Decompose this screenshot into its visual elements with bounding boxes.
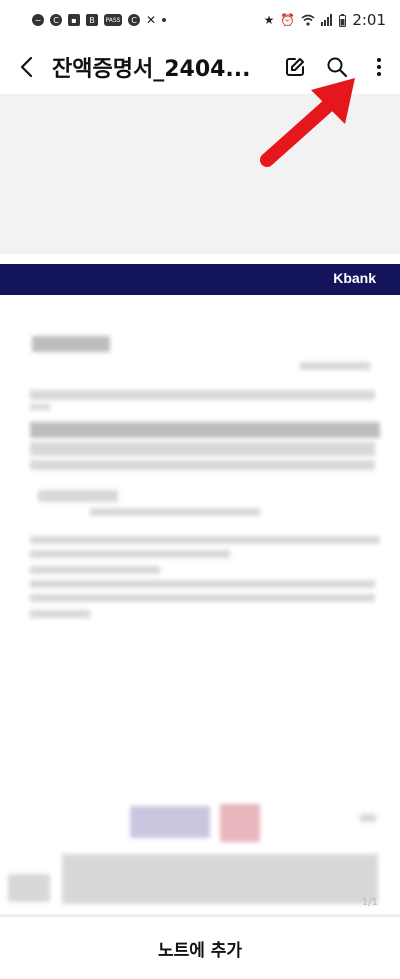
- redacted-heading: [32, 336, 110, 352]
- redacted-seal: [220, 804, 260, 842]
- status-time: 2:01: [352, 11, 386, 29]
- bank-banner: Kbank: [0, 264, 400, 295]
- status-bar-left: − C ▪ B PASS C ✕: [32, 13, 167, 27]
- battery-icon: [339, 13, 347, 27]
- redacted-detail: [90, 508, 260, 516]
- redacted-mark: [360, 814, 376, 822]
- redacted-paragraph: [30, 594, 375, 602]
- bottom-action-bar: 노트에 추가: [0, 916, 400, 979]
- redacted-paragraph: [30, 550, 230, 558]
- c-icon: C: [50, 14, 62, 26]
- redacted-detail: [38, 490, 118, 502]
- missed-call-icon: ✕: [146, 13, 157, 27]
- redacted-footer: [62, 854, 378, 904]
- redacted-table: [30, 422, 380, 438]
- redacted-paragraph: [30, 536, 380, 544]
- redacted-line: [30, 404, 50, 410]
- more-notifications-icon: [162, 18, 167, 22]
- document-page: Kbank 1/1: [0, 254, 400, 914]
- redacted-footer-left: [8, 874, 50, 902]
- kbank-logo: Kbank: [333, 270, 376, 286]
- redacted-date: [300, 362, 370, 370]
- redacted-stamp-text: [130, 806, 210, 838]
- redacted-line: [30, 390, 375, 400]
- status-bar: − C ▪ B PASS C ✕ ★ ⏰ 2:01: [0, 0, 400, 40]
- redacted-paragraph: [30, 580, 375, 588]
- annotation-arrow: [260, 78, 355, 167]
- star-icon: ★: [263, 13, 275, 27]
- alarm-icon: ⏰: [280, 13, 296, 27]
- add-to-note-button[interactable]: 노트에 추가: [158, 936, 242, 961]
- document-viewer[interactable]: Kbank 1/1: [0, 94, 400, 914]
- minus-circle-icon: −: [32, 14, 44, 26]
- pass-icon: PASS: [104, 14, 122, 26]
- wifi-icon: [301, 14, 315, 26]
- image-icon: ▪: [68, 14, 80, 26]
- more-vertical-icon: [377, 58, 381, 76]
- back-button[interactable]: [0, 40, 52, 94]
- redacted-paragraph: [30, 566, 160, 574]
- back-arrow-icon: [20, 56, 33, 78]
- page-indicator: 1/1: [361, 897, 378, 908]
- redacted-table-row: [30, 460, 375, 470]
- c-icon: C: [128, 14, 140, 26]
- signal-icon: [321, 14, 333, 26]
- redacted-table-row: [30, 442, 375, 456]
- document-title: 잔액증명서_2404...: [52, 57, 251, 82]
- b-icon: B: [86, 14, 98, 26]
- redacted-paragraph: [30, 610, 90, 618]
- status-bar-right: ★ ⏰ 2:01: [264, 11, 386, 29]
